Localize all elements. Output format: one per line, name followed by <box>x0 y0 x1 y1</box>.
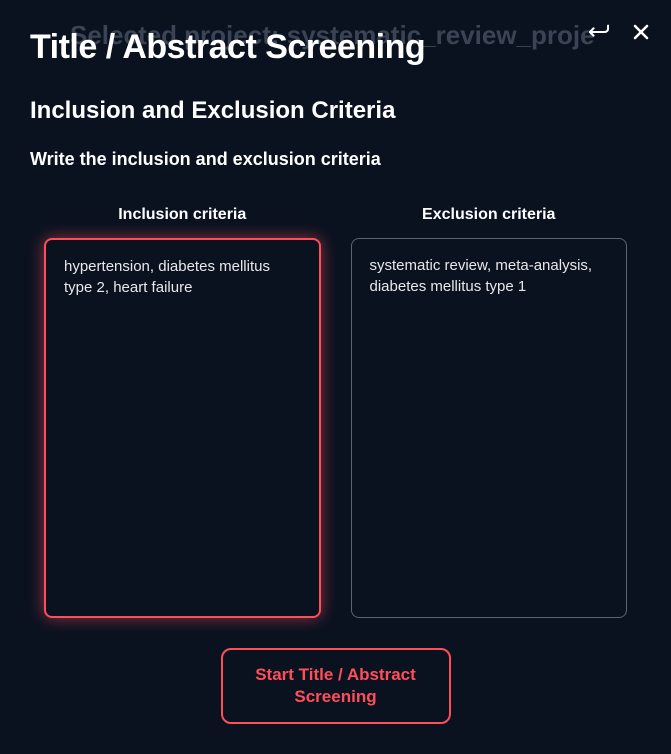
modal-title: Title / Abstract Screening <box>30 28 641 67</box>
instruction-text: Write the inclusion and exclusion criter… <box>30 149 641 170</box>
section-title: Inclusion and Exclusion Criteria <box>30 97 641 125</box>
inclusion-textarea[interactable] <box>44 238 321 618</box>
inclusion-label: Inclusion criteria <box>44 206 321 224</box>
exclusion-column: Exclusion criteria <box>351 206 628 618</box>
start-screening-button[interactable]: Start Title / Abstract Screening <box>221 648 451 724</box>
exclusion-label: Exclusion criteria <box>351 206 628 224</box>
screening-modal: Title / Abstract Screening Inclusion and… <box>0 0 671 754</box>
inclusion-column: Inclusion criteria <box>44 206 321 618</box>
exclusion-textarea[interactable] <box>351 238 628 618</box>
